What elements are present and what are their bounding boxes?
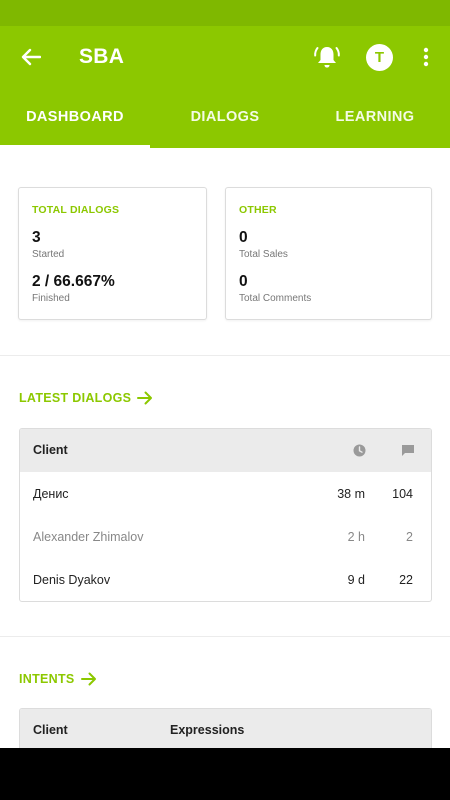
tab-dashboard[interactable]: DASHBOARD (0, 98, 150, 148)
started-caption: Started (32, 249, 65, 260)
message-icon (402, 445, 414, 456)
intents-label: INTENTS (19, 672, 75, 686)
table-row[interactable]: Denis Dyakov 9 d 22 (20, 558, 431, 601)
message-count: 22 (399, 573, 413, 587)
finished-caption: Finished (32, 293, 70, 304)
message-count: 104 (392, 487, 413, 501)
client-name: Денис (33, 487, 69, 501)
table-header: Client Expressions (20, 709, 431, 752)
status-bar (0, 0, 450, 26)
back-button[interactable] (14, 42, 48, 72)
column-header-client: Client (33, 723, 68, 737)
avatar[interactable]: T (366, 44, 393, 71)
latest-dialogs-label: LATEST DIALOGS (19, 391, 132, 405)
tab-dialogs[interactable]: DIALOGS (150, 98, 300, 148)
message-count: 2 (406, 530, 413, 544)
started-value: 3 (32, 229, 41, 246)
total-comments-caption: Total Comments (239, 293, 312, 304)
app-title: SBA (79, 45, 125, 68)
client-name: Denis Dyakov (33, 573, 111, 587)
total-dialogs-label: TOTAL DIALOGS (32, 204, 120, 216)
tab-learning[interactable]: LEARNING (300, 98, 450, 148)
table-row[interactable]: Alexander Zhimalov 2 h 2 (20, 515, 431, 558)
other-card: OTHER 0 Total Sales 0 Total Comments (225, 187, 432, 320)
finished-value: 2 / 66.667% (32, 273, 115, 290)
more-menu-button[interactable] (414, 42, 438, 72)
total-dialogs-card: TOTAL DIALOGS 3 Started 2 / 66.667% Fini… (18, 187, 207, 320)
arrow-right-icon (80, 672, 96, 686)
bell-ringing-icon (314, 47, 340, 68)
arrow-right-icon (137, 391, 153, 405)
dialog-time: 38 m (337, 487, 365, 501)
clock-icon (353, 444, 366, 457)
dialog-time: 2 h (347, 530, 365, 544)
latest-dialogs-table: Client Денис 38 m 104 Alexander Zhimalov… (19, 428, 432, 602)
back-arrow-icon (21, 48, 41, 66)
total-sales-value: 0 (239, 229, 248, 246)
section-divider (0, 636, 450, 637)
total-comments-value: 0 (239, 273, 248, 290)
more-vertical-icon (423, 47, 429, 67)
notifications-button[interactable] (312, 42, 342, 72)
app-bar: SBA T DASHBOARD DIALOGS LEARNING (0, 26, 450, 148)
column-header-expressions: Expressions (170, 723, 245, 737)
system-navigation-bar (0, 748, 450, 800)
tab-bar: DASHBOARD DIALOGS LEARNING (0, 98, 450, 148)
intents-table: Client Expressions (19, 708, 432, 752)
other-label: OTHER (239, 204, 277, 216)
table-row[interactable]: Денис 38 m 104 (20, 472, 431, 515)
dialog-time: 9 d (347, 573, 365, 587)
total-sales-caption: Total Sales (239, 249, 288, 260)
table-header: Client (20, 429, 431, 472)
latest-dialogs-link[interactable]: LATEST DIALOGS (19, 391, 153, 405)
intents-link[interactable]: INTENTS (19, 672, 97, 686)
column-header-client: Client (33, 443, 68, 457)
client-name: Alexander Zhimalov (33, 530, 144, 544)
section-divider (0, 355, 450, 356)
